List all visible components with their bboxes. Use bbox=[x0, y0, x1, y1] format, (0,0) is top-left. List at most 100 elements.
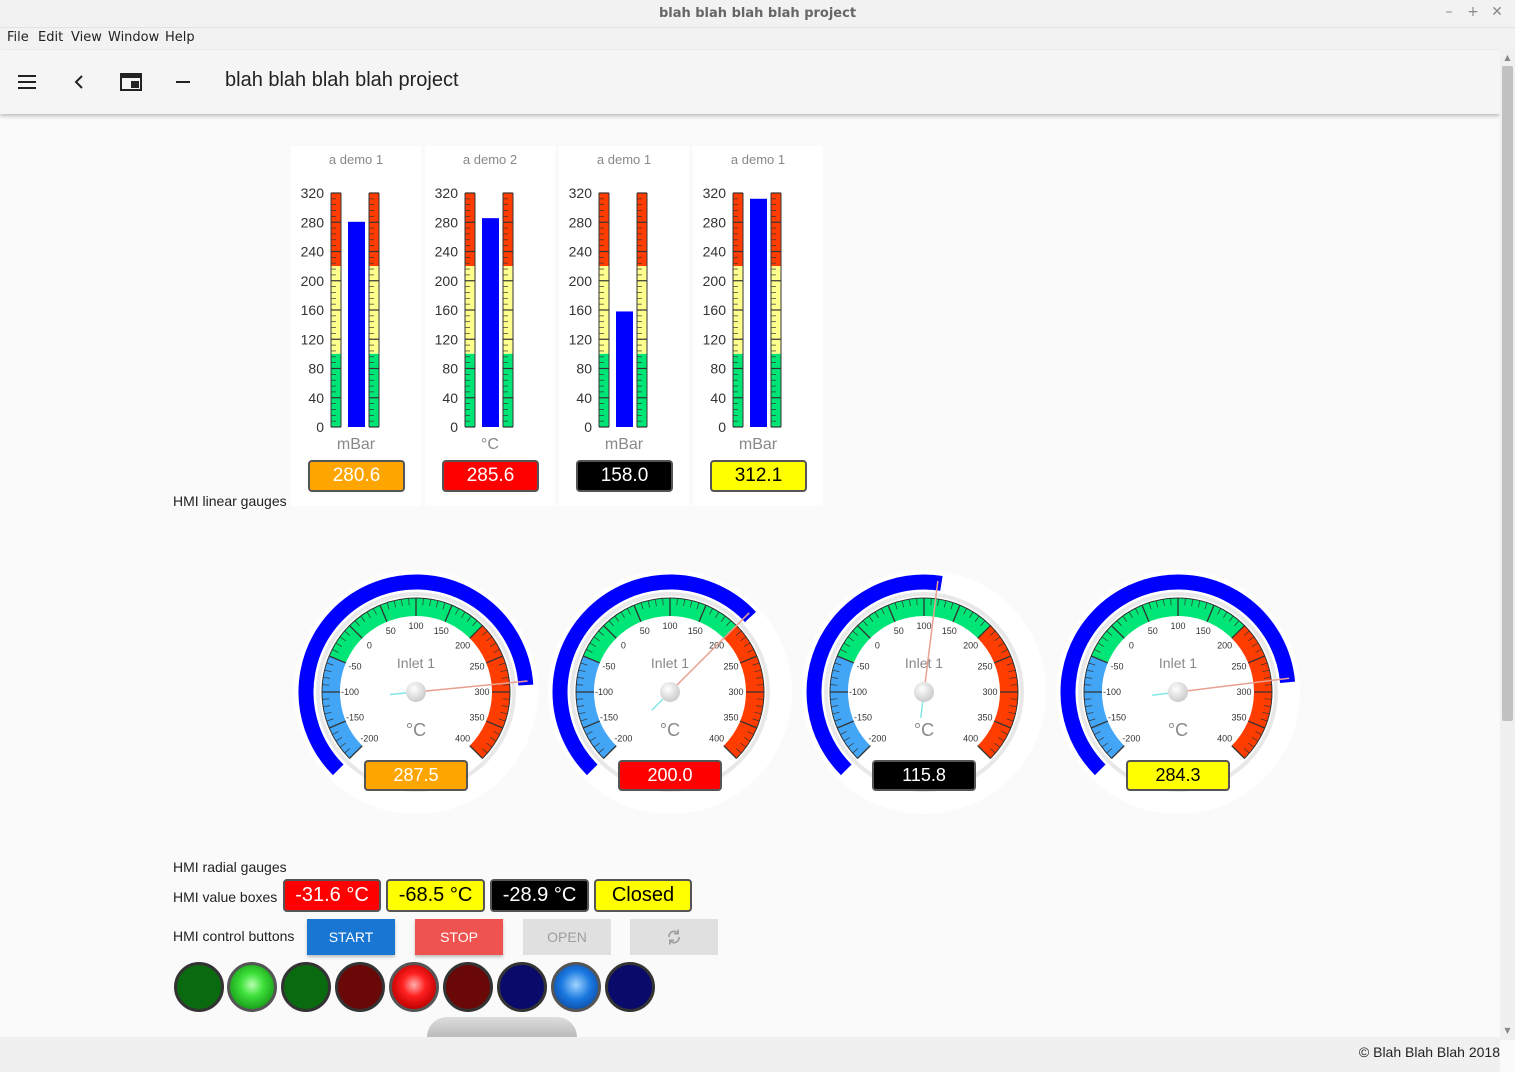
tick-label: -50 bbox=[1111, 662, 1124, 672]
tick-label: 100 bbox=[408, 621, 423, 631]
zone-green bbox=[637, 353, 647, 427]
tick-label: 240 bbox=[301, 244, 325, 260]
tick-label: 120 bbox=[703, 331, 727, 347]
unit-label: °C bbox=[660, 720, 680, 740]
stop-button[interactable]: STOP bbox=[415, 919, 503, 955]
tick-label: -150 bbox=[346, 712, 364, 722]
tick-label: -100 bbox=[1103, 687, 1121, 697]
chevron-left-icon[interactable] bbox=[67, 70, 91, 94]
led-indicator bbox=[389, 962, 439, 1012]
tick-label: -200 bbox=[1122, 734, 1140, 744]
window-icon[interactable] bbox=[119, 70, 143, 94]
tick-label: 80 bbox=[442, 361, 458, 377]
open-button[interactable]: OPEN bbox=[523, 919, 611, 955]
tick-label: 200 bbox=[963, 640, 978, 650]
gauge-label: Inlet 1 bbox=[905, 655, 943, 671]
refresh-icon bbox=[668, 929, 680, 945]
tick-label: -200 bbox=[868, 734, 886, 744]
radial-gauge-value-box: 287.5 bbox=[364, 760, 468, 791]
tick-label: 0 bbox=[1129, 640, 1134, 650]
tick-label: 250 bbox=[1231, 662, 1246, 672]
tick-label: -100 bbox=[341, 687, 359, 697]
tick-label: 200 bbox=[703, 273, 727, 289]
linear-gauge-value-box: 280.6 bbox=[308, 460, 405, 492]
app-toolbar: blah blah blah blah project bbox=[0, 50, 1500, 114]
tick-label: 350 bbox=[723, 712, 738, 722]
led-indicator bbox=[551, 962, 601, 1012]
radial-gauge: -200 -150 -100 -50 0 50 100 150 200 250 300 350 400 I… bbox=[1056, 565, 1300, 821]
gauge-label: Inlet 1 bbox=[397, 655, 435, 671]
tick-label: -200 bbox=[614, 734, 632, 744]
radial-gauge-value-box: 115.8 bbox=[872, 760, 976, 791]
tick-label: 250 bbox=[469, 662, 484, 672]
menu-bar: File Edit View Window Help bbox=[0, 28, 1515, 50]
linear-gauge-value-box: 158.0 bbox=[576, 460, 673, 492]
tick-label: 400 bbox=[963, 734, 978, 744]
scroll-down-icon[interactable]: ▼ bbox=[1502, 1026, 1513, 1035]
menu-view[interactable]: View bbox=[71, 30, 102, 45]
tick-label: 400 bbox=[709, 734, 724, 744]
tick-label: 120 bbox=[569, 331, 593, 347]
value-box: -31.6 °C bbox=[283, 879, 381, 912]
value-box: Closed bbox=[594, 879, 692, 912]
maximize-window-icon[interactable]: + bbox=[1465, 4, 1481, 20]
zone-green bbox=[331, 353, 341, 427]
zone-green bbox=[465, 353, 475, 427]
linear-gauge-svg: 0 40 80 120 160 200 240 280 320 mBar bbox=[569, 185, 648, 453]
tick-label: 40 bbox=[576, 390, 592, 406]
linear-gauge: a demo 1 0 40 80 120 160 200 240 280 320 mBar 312… bbox=[693, 146, 823, 506]
menu-icon[interactable] bbox=[15, 70, 39, 94]
radial-gauge: -200 -150 -100 -50 0 50 100 150 200 250 300 350 400 I… bbox=[294, 565, 538, 821]
tick-label: -50 bbox=[603, 662, 616, 672]
radial-gauge-value-box: 284.3 bbox=[1126, 760, 1230, 791]
led-indicator bbox=[281, 962, 331, 1012]
scroll-up-icon[interactable]: ▲ bbox=[1502, 53, 1513, 62]
tick-label: 400 bbox=[1217, 734, 1232, 744]
page-title: blah blah blah blah project bbox=[225, 69, 459, 91]
led-indicator bbox=[497, 962, 547, 1012]
value-bar bbox=[482, 218, 499, 427]
radial-gauges-label: HMI radial gauges bbox=[173, 859, 287, 875]
unit-label: °C bbox=[481, 436, 499, 453]
value-bar bbox=[348, 221, 365, 427]
unit-label: °C bbox=[914, 720, 934, 740]
tick-label: 0 bbox=[316, 419, 324, 435]
scrollbar-thumb[interactable] bbox=[1502, 66, 1513, 721]
tick-label: -50 bbox=[857, 662, 870, 672]
tick-label: 50 bbox=[894, 626, 904, 636]
tick-label: 240 bbox=[435, 244, 459, 260]
tick-label: 160 bbox=[569, 302, 593, 318]
tick-label: 80 bbox=[308, 361, 324, 377]
unit-label: °C bbox=[1168, 720, 1188, 740]
tick-label: 320 bbox=[703, 185, 727, 201]
zone-green bbox=[503, 353, 513, 427]
tick-label: 80 bbox=[710, 361, 726, 377]
zone-red bbox=[369, 193, 379, 267]
tick-label: 100 bbox=[1170, 621, 1185, 631]
zone-red bbox=[733, 193, 743, 267]
menu-edit[interactable]: Edit bbox=[38, 30, 63, 45]
tick-label: 50 bbox=[386, 626, 396, 636]
led-indicator bbox=[335, 962, 385, 1012]
vertical-scrollbar[interactable]: ▲ ▼ bbox=[1500, 50, 1515, 1040]
tick-label: 120 bbox=[301, 331, 325, 347]
tick-label: -50 bbox=[349, 662, 362, 672]
start-button[interactable]: START bbox=[307, 919, 395, 955]
tick-label: 50 bbox=[640, 626, 650, 636]
refresh-button[interactable] bbox=[630, 919, 718, 955]
menu-window[interactable]: Window bbox=[108, 30, 159, 45]
linear-gauges-label: HMI linear gauges bbox=[173, 493, 287, 509]
tick-label: 300 bbox=[728, 687, 743, 697]
menu-file[interactable]: File bbox=[7, 30, 29, 45]
tick-label: 0 bbox=[718, 419, 726, 435]
minus-icon[interactable] bbox=[171, 70, 195, 94]
minimize-window-icon[interactable]: – bbox=[1441, 4, 1457, 20]
close-window-icon[interactable]: ✕ bbox=[1489, 4, 1505, 20]
tick-label: 250 bbox=[977, 662, 992, 672]
radial-gauge: -200 -150 -100 -50 0 50 100 150 200 250 300 350 400 I… bbox=[802, 565, 1046, 821]
menu-help[interactable]: Help bbox=[165, 30, 195, 45]
unit-label: mBar bbox=[739, 436, 778, 453]
led-indicator bbox=[605, 962, 655, 1012]
zone-red bbox=[465, 193, 475, 267]
tick-label: 150 bbox=[434, 626, 449, 636]
